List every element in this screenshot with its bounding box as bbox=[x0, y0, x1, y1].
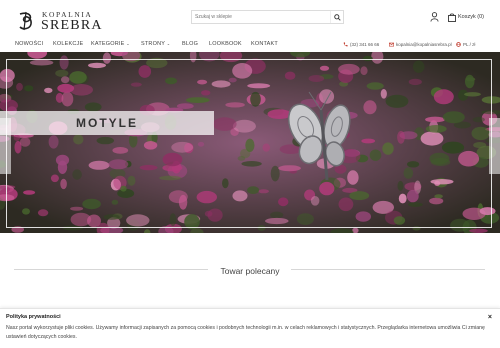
nav-item-kategorie[interactable]: KATEGORIE ⌄ bbox=[91, 41, 130, 47]
cookie-text: Nasz portal wykorzystuje pliki cookies. … bbox=[6, 325, 485, 340]
cookie-title: Polityka prywatności bbox=[6, 314, 61, 320]
cookie-banner: Polityka prywatności Nasz portal wykorzy… bbox=[0, 308, 500, 348]
nav-item-lookbook[interactable]: LOOKBOOK bbox=[209, 41, 242, 47]
brand-logo[interactable]: KOPALNIA SREBRA bbox=[16, 9, 102, 33]
logo-mark-icon bbox=[19, 11, 32, 31]
cart-label: Koszyk (0) bbox=[458, 14, 484, 20]
featured-section-header: Towar polecany bbox=[0, 261, 500, 276]
locale-selector[interactable]: PL / zł bbox=[456, 42, 475, 47]
slider-prev-button[interactable] bbox=[0, 118, 11, 174]
search-button[interactable] bbox=[330, 11, 343, 23]
hero-caption-text: MOTYLE bbox=[76, 116, 138, 130]
locale-label: PL / zł bbox=[463, 42, 476, 47]
chevron-down-icon: ⌄ bbox=[166, 41, 171, 46]
contact-email-label: kopalnia@kopalniasrebra.pl bbox=[396, 42, 452, 47]
chevron-down-icon: ⌄ bbox=[126, 41, 130, 46]
search-input[interactable] bbox=[195, 11, 325, 23]
main-nav: NOWOŚCI KOLEKCJE KATEGORIE ⌄ STRONY ⌄ BL… bbox=[0, 38, 500, 52]
divider-right bbox=[291, 269, 485, 270]
nav-item-blog[interactable]: BLOG bbox=[182, 41, 198, 47]
divider-left bbox=[14, 269, 208, 270]
nav-item-kontakt[interactable]: KONTAKT bbox=[251, 41, 278, 47]
mail-icon bbox=[389, 42, 394, 47]
contact-phone-label: (32) 341 66 66 bbox=[350, 42, 380, 47]
phone-icon bbox=[343, 42, 348, 47]
brand-line2: SREBRA bbox=[41, 18, 103, 33]
site-header: KOPALNIA SREBRA Koszyk (0) bbox=[0, 0, 500, 38]
shopping-bag-icon bbox=[448, 12, 456, 22]
nav-item-strony[interactable]: STRONY ⌄ bbox=[141, 41, 170, 47]
globe-icon bbox=[456, 42, 461, 47]
contact-email[interactable]: kopalnia@kopalniasrebra.pl bbox=[389, 42, 452, 47]
search-icon bbox=[333, 13, 341, 21]
user-account-icon[interactable] bbox=[430, 12, 439, 22]
cart-button[interactable]: Koszyk (0) bbox=[448, 11, 484, 23]
section-title: Towar polecany bbox=[216, 266, 284, 276]
nav-item-strony-label: STRONY bbox=[141, 41, 166, 47]
search-box bbox=[191, 10, 344, 24]
nav-item-kategorie-label: KATEGORIE bbox=[91, 41, 125, 47]
slider-next-button[interactable] bbox=[489, 118, 500, 174]
contact-phone[interactable]: (32) 341 66 66 bbox=[343, 42, 379, 47]
nav-item-nowosci[interactable]: NOWOŚCI bbox=[15, 41, 43, 47]
close-icon[interactable]: × bbox=[488, 314, 492, 321]
hero-caption[interactable]: MOTYLE bbox=[0, 111, 214, 135]
nav-item-kolekcje[interactable]: KOLEKCJE bbox=[53, 41, 83, 47]
hero-frame bbox=[6, 59, 492, 228]
hero-slider[interactable]: MOTYLE bbox=[0, 52, 500, 233]
